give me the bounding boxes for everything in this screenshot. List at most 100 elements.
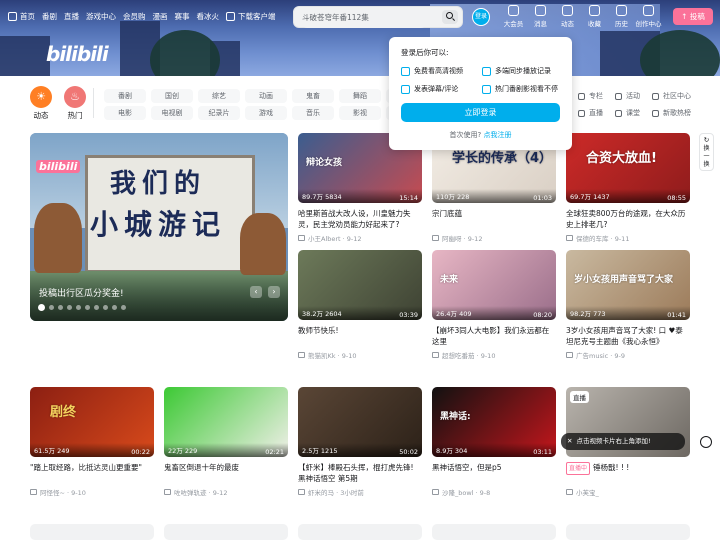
video-title-text[interactable]: 【崩坏3同人大电影】我们永远都在这里	[432, 326, 549, 346]
bilibili-logo[interactable]: bilibili	[46, 42, 109, 66]
channel-chip[interactable]: 鬼畜	[292, 89, 334, 103]
header-icon-item[interactable]: 历史	[608, 4, 635, 28]
video-thumbnail[interactable]: 岁小女孩用声音骂了大家 98.2万 773 01:41	[566, 250, 690, 320]
video-title-text[interactable]: 3岁小女孩用声音骂了大家! 口 ♥泰坦尼克号主题曲《我心永恒》	[566, 326, 683, 346]
video-author[interactable]: 小芙宝_	[566, 487, 690, 497]
carousel-dot[interactable]	[85, 305, 90, 310]
feature-caption[interactable]: 投稿出行区瓜分奖金!	[39, 286, 124, 299]
video-author[interactable]: 保德的车库 · 9-11	[566, 233, 690, 243]
carousel-next-button[interactable]: ›	[268, 286, 280, 298]
video-title[interactable]: 【虾米】棒殿石头挥，棍打虎先锋! 黑神话悟空 第5期	[298, 462, 422, 484]
nav-item[interactable]: 会员购	[123, 11, 146, 22]
nav-item[interactable]: 直播	[64, 11, 79, 22]
channel-link[interactable]: 社区中心	[652, 91, 691, 101]
header-icon-item[interactable]: 大会员	[500, 4, 527, 28]
video-card[interactable]: 2.5万 1215 50:02 【虾米】棒殿石头挥，棍打虎先锋! 黑神话悟空 第5期…	[298, 387, 422, 497]
video-thumbnail[interactable]: 2.5万 1215 50:02	[298, 387, 422, 457]
video-title[interactable]: 全球狂卖800万台的途观，在大众历史上排老几?	[566, 208, 690, 230]
channel-hot[interactable]: ♨ 热门	[64, 86, 86, 121]
carousel-dot[interactable]	[49, 305, 54, 310]
carousel-dot[interactable]	[38, 304, 45, 311]
video-title[interactable]: 3岁小女孩用声音骂了大家! 口 ♥泰坦尼克号主题曲《我心永恒》	[566, 325, 690, 347]
video-card[interactable]: 22万 229 02:21 鬼畜区倒退十年的最废咗咗弹轨迹 · 9-12	[164, 387, 288, 497]
nav-item[interactable]: 番剧	[42, 11, 57, 22]
channel-chip[interactable]: 综艺	[198, 89, 240, 103]
channel-link[interactable]: 直播	[578, 108, 603, 118]
channel-chip[interactable]: 游戏	[245, 106, 287, 120]
video-author[interactable]: 广告music · 9-9	[566, 350, 690, 360]
search-icon[interactable]	[442, 10, 458, 24]
popup-login-button[interactable]: 立即登录	[401, 103, 560, 122]
video-title-text[interactable]: 教师节快乐!	[298, 326, 339, 335]
video-title[interactable]: 哈里斯首战大改人设，川皇魅力失灵，民主党劝员能力好起来了?	[298, 208, 422, 230]
nav-item[interactable]: 首页	[8, 11, 35, 22]
video-title[interactable]: "踏上取经路，比抵达灵山更重要"	[30, 462, 154, 484]
carousel-dot[interactable]	[94, 305, 99, 310]
video-thumbnail[interactable]: 合资大放血! 69.7万 1437 08:55	[566, 133, 690, 203]
video-title[interactable]: 教师节快乐!	[298, 325, 422, 347]
carousel-dot[interactable]	[112, 305, 117, 310]
channel-chip[interactable]: 纪录片	[198, 106, 240, 120]
upload-button[interactable]: ↑ 投稿	[673, 8, 713, 25]
carousel-dot[interactable]	[76, 305, 81, 310]
header-icon-item[interactable]: 消息	[527, 4, 554, 28]
video-title[interactable]: 【崩坏3同人大电影】我们永远都在这里	[432, 325, 556, 347]
channel-link[interactable]: 专栏	[578, 91, 603, 101]
video-title[interactable]: 宗门底蕴	[432, 208, 556, 230]
carousel-dot[interactable]	[67, 305, 72, 310]
channel-chip[interactable]: 电影	[104, 106, 146, 120]
search-box[interactable]: 斗破苍穹年番112集	[293, 6, 463, 28]
video-author[interactable]: 咗咗弹轨迹 · 9-12	[164, 487, 288, 497]
video-author[interactable]: 阿怪怪~ · 9-10	[30, 487, 154, 497]
video-author[interactable]: 小王Albert · 9-12	[298, 233, 422, 243]
header-icon-item[interactable]: 动态	[554, 4, 581, 28]
video-card[interactable]: 黑神话: 8.9万 304 03:11 黑神话悟空，但是p5 沙隆_bowl · 9-8	[432, 387, 556, 497]
video-card[interactable]: 剧终 61.5万 249 00:22 "踏上取经路，比抵达灵山更重要" 阿怪怪~ · 9…	[30, 387, 154, 497]
refresh-recommendations-button[interactable]: ↻ 换一换	[699, 133, 714, 171]
video-card[interactable]: 岁小女孩用声音骂了大家 98.2万 773 01:41 3岁小女孩用声音骂了大家! 口…	[566, 250, 690, 360]
carousel-dot[interactable]	[58, 305, 63, 310]
video-title-text[interactable]: 宗门底蕴	[432, 209, 462, 218]
search-input[interactable]: 斗破苍穹年番112集	[302, 12, 426, 28]
video-thumbnail[interactable]: 黑神话: 8.9万 304 03:11	[432, 387, 556, 457]
scroll-refresh-icon[interactable]	[700, 436, 712, 448]
video-title-text[interactable]: 哈里斯首战大改人设，川皇魅力失灵，民主党劝员能力好起来了?	[298, 209, 411, 229]
channel-link[interactable]: 新歌热榜	[652, 108, 691, 118]
video-title[interactable]: 黑神话悟空，但是p5	[432, 462, 556, 484]
video-title[interactable]: 鬼畜区倒退十年的最废	[164, 462, 288, 484]
channel-chip[interactable]: 影视	[339, 106, 381, 120]
close-icon[interactable]: ✕	[567, 437, 572, 445]
channel-chip[interactable]: 音乐	[292, 106, 334, 120]
video-author[interactable]: 熊猫凯Kk · 9-10	[298, 350, 422, 360]
header-icon-item[interactable]: 创作中心	[635, 4, 662, 28]
video-thumbnail[interactable]: 38.2万 2604 03:39	[298, 250, 422, 320]
channel-link[interactable]: 课堂	[615, 108, 640, 118]
video-title-text[interactable]: 全球狂卖800万台的途观，在大众历史上排老几?	[566, 209, 685, 229]
channel-dynamic[interactable]: ☀ 动态	[30, 86, 52, 121]
video-author[interactable]: 虾米的马 · 3小时前	[298, 487, 422, 497]
video-thumbnail[interactable]: 22万 229 02:21	[164, 387, 288, 457]
video-author[interactable]: 沙隆_bowl · 9-8	[432, 487, 556, 497]
video-card[interactable]: 38.2万 2604 03:39 教师节快乐! 熊猫凯Kk · 9-10	[298, 250, 422, 360]
video-card[interactable]: 合资大放血! 69.7万 1437 08:55 全球狂卖800万台的途观，在大众历史上…	[566, 133, 690, 243]
login-avatar-button[interactable]: 登录	[472, 8, 490, 26]
nav-item[interactable]: 看冰火	[197, 11, 220, 22]
channel-chip[interactable]: 番剧	[104, 89, 146, 103]
nav-item[interactable]: 下载客户端	[226, 11, 276, 22]
video-title-text[interactable]: 黑神话悟空，但是p5	[432, 463, 502, 472]
channel-chip[interactable]: 动画	[245, 89, 287, 103]
featured-carousel[interactable]: bilibili 我们的 小城游记 投稿出行区瓜分奖金! ‹ ›	[30, 133, 288, 321]
channel-chip[interactable]: 舞蹈	[339, 89, 381, 103]
nav-item[interactable]: 漫画	[153, 11, 168, 22]
channel-chip[interactable]: 国创	[151, 89, 193, 103]
carousel-dot[interactable]	[103, 305, 108, 310]
video-author[interactable]: 阿幽呀 · 9-12	[432, 233, 556, 243]
video-thumbnail[interactable]: 剧终 61.5万 249 00:22	[30, 387, 154, 457]
header-icon-item[interactable]: 收藏	[581, 4, 608, 28]
carousel-prev-button[interactable]: ‹	[250, 286, 262, 298]
video-author[interactable]: 超想吃番茄 · 9-10	[432, 350, 556, 360]
video-title-text[interactable]: 锤杨戬! ! !	[593, 463, 629, 472]
video-thumbnail[interactable]: 未来 26.4万 409 08:20	[432, 250, 556, 320]
channel-chip[interactable]: 电视剧	[151, 106, 193, 120]
video-title[interactable]: 直播中 锤杨戬! ! !	[566, 462, 690, 484]
